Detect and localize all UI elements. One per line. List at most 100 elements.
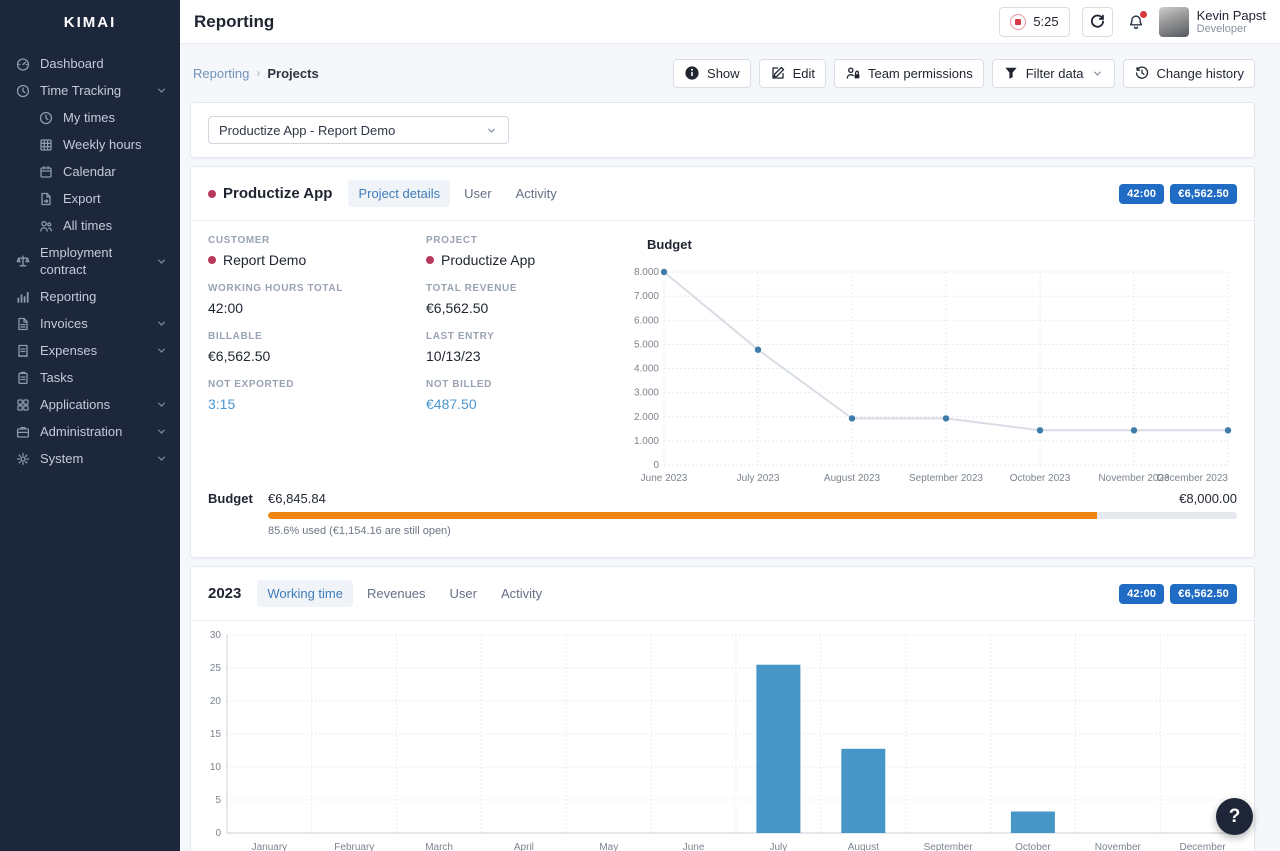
detail-label: Total revenue — [426, 283, 518, 294]
info-icon — [684, 65, 700, 81]
svg-text:April: April — [514, 842, 534, 851]
sidebar-item-expenses[interactable]: Expenses — [0, 337, 180, 364]
svg-text:December 2023: December 2023 — [1157, 473, 1229, 484]
topbar: Reporting 5:25 Kevin Papst Developer — [180, 0, 1280, 44]
sidebar-item-dashboard[interactable]: Dashboard — [0, 50, 180, 77]
svg-text:March: March — [425, 842, 453, 851]
change-history-button[interactable]: Change history — [1122, 58, 1255, 88]
breadcrumb-link-reporting[interactable]: Reporting — [193, 66, 249, 81]
clock-icon — [38, 110, 54, 126]
button-label: Edit — [792, 65, 815, 81]
svg-text:5: 5 — [215, 795, 221, 806]
edit-button[interactable]: Edit — [758, 58, 826, 88]
year-section-title: 2023 — [208, 585, 242, 602]
avatar — [1158, 6, 1189, 37]
sidebar-item-label: Invoices — [40, 316, 88, 331]
budget-progress-label: Budget — [208, 491, 253, 506]
scale-icon — [15, 253, 31, 269]
refresh-button[interactable] — [1081, 6, 1113, 37]
user-name: Kevin Papst — [1196, 8, 1266, 23]
button-label: Change history — [1156, 65, 1244, 81]
detail-label: Not exported — [208, 379, 295, 390]
svg-text:0: 0 — [215, 828, 221, 839]
app-root: KIMAI Dashboard Time Tracking My times Week… — [0, 0, 1280, 851]
duration-badge: 42:00 — [1119, 583, 1165, 604]
tab-user[interactable]: User — [454, 180, 501, 207]
sidebar-item-reporting[interactable]: Reporting — [0, 283, 180, 310]
clock-icon — [15, 83, 31, 99]
sidebar-item-my-times[interactable]: My times — [0, 104, 180, 131]
history-icon — [1134, 65, 1150, 81]
status-dot — [426, 256, 434, 264]
detail-value[interactable]: 3:15 — [208, 396, 426, 412]
sidebar-item-applications[interactable]: Applications — [0, 391, 180, 418]
receipt-icon — [15, 343, 31, 359]
svg-text:October: October — [1015, 842, 1051, 851]
detail-value-text: 3:15 — [208, 396, 236, 412]
duration-badge: 42:00 — [1119, 183, 1165, 204]
svg-text:0: 0 — [653, 460, 659, 471]
tab-user[interactable]: User — [440, 580, 487, 607]
sidebar-item-label: Time Tracking — [40, 83, 122, 98]
detail-total-revenue: Total revenue €6,562.50 — [426, 283, 620, 316]
show-button[interactable]: Show — [673, 58, 751, 88]
budget-chart-title: Budget — [647, 237, 692, 252]
sidebar-item-time-tracking[interactable]: Time Tracking — [0, 77, 180, 104]
detail-value: Productize App — [426, 252, 620, 268]
user-role: Developer — [1196, 23, 1247, 35]
help-button[interactable]: ? — [1216, 798, 1253, 835]
svg-text:July: July — [770, 842, 788, 851]
sidebar-item-weekly-hours[interactable]: Weekly hours — [0, 131, 180, 158]
status-dot — [208, 256, 216, 264]
svg-text:10: 10 — [210, 762, 222, 773]
svg-text:January: January — [252, 842, 288, 851]
tab-working-time[interactable]: Working time — [257, 580, 353, 607]
filter-data-button[interactable]: Filter data — [991, 58, 1115, 88]
tab-project-details[interactable]: Project details — [348, 180, 451, 207]
sidebar-item-label: Weekly hours — [63, 137, 142, 152]
budget-progress-row: Budget €6,845.84 €8,000.00 85.6% used (€… — [191, 487, 1254, 557]
svg-text:6.000: 6.000 — [634, 315, 659, 326]
detail-not-billed: Not billed €487.50 — [426, 379, 620, 412]
button-label: Filter data — [1025, 65, 1084, 81]
breadcrumb-current: Projects — [267, 65, 319, 81]
team-permissions-button[interactable]: Team permissions — [833, 58, 984, 88]
calendar-icon — [38, 164, 54, 180]
svg-text:20: 20 — [210, 696, 222, 707]
tab-activity[interactable]: Activity — [491, 580, 552, 607]
sidebar-item-administration[interactable]: Administration — [0, 418, 180, 445]
project-title-text: Productize App — [223, 185, 333, 202]
dashboard-icon — [15, 56, 31, 72]
sidebar-item-invoices[interactable]: Invoices — [0, 310, 180, 337]
invoice-icon — [15, 316, 31, 332]
sidebar-item-all-times[interactable]: All times — [0, 212, 180, 239]
year-section: 2023 Working time Revenues User Activity 42… — [190, 566, 1255, 851]
detail-value[interactable]: €487.50 — [426, 396, 620, 412]
notification-dot — [1139, 10, 1147, 18]
svg-text:October 2023: October 2023 — [1010, 473, 1071, 484]
detail-label: Not billed — [426, 379, 492, 390]
apps-icon — [15, 397, 31, 413]
sidebar-item-label: Administration — [40, 424, 123, 439]
year-tabs: Working time Revenues User Activity — [257, 580, 552, 607]
detail-value-text: Productize App — [441, 252, 536, 268]
project-select[interactable]: Productize App - Report Demo — [208, 116, 509, 144]
sidebar-item-label: All times — [63, 218, 113, 233]
chevron-down-icon — [155, 452, 168, 465]
detail-value: 10/13/23 — [426, 348, 620, 364]
sidebar-item-calendar[interactable]: Calendar — [0, 158, 180, 185]
button-label: Team permissions — [867, 65, 973, 81]
timer-button[interactable]: 5:25 — [999, 6, 1070, 37]
notifications-button[interactable] — [1125, 10, 1147, 33]
sidebar-item-system[interactable]: System — [0, 445, 180, 472]
sidebar-item-tasks[interactable]: Tasks — [0, 364, 180, 391]
tab-revenues[interactable]: Revenues — [357, 580, 436, 607]
clipboard-icon — [15, 370, 31, 386]
tab-activity[interactable]: Activity — [506, 180, 567, 207]
breadcrumb-separator: › — [256, 66, 261, 80]
user-menu[interactable]: Kevin Papst Developer — [1158, 6, 1266, 37]
sidebar-item-employment-contract[interactable]: Employment contract — [0, 239, 180, 283]
detail-working-hours-total: Working hours total 42:00 — [208, 283, 426, 316]
sidebar-item-export[interactable]: Export — [0, 185, 180, 212]
year-section-head: 2023 Working time Revenues User Activity 42… — [191, 567, 1254, 621]
